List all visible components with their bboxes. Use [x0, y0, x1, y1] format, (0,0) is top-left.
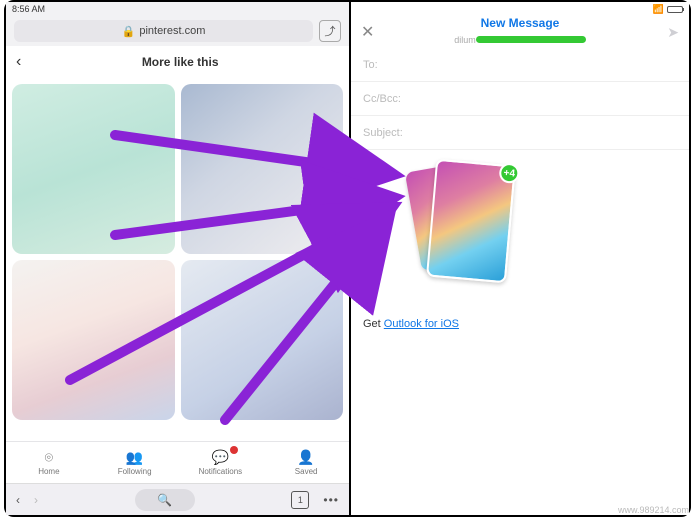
share-button[interactable]: ⤴ [319, 20, 341, 42]
browser-forward-button[interactable]: › [34, 493, 38, 507]
subject-label: Subject: [363, 127, 403, 139]
following-icon: 👥 [126, 449, 143, 466]
status-bar-right: 📶 [351, 2, 689, 16]
mail-title: New Message [351, 16, 689, 30]
attachment-count-badge: +4 [498, 162, 520, 184]
safari-pane: 8:56 AM 🔒 pinterest.com ⤴ ‹ More like th… [6, 2, 351, 515]
redaction-bar [476, 36, 586, 43]
tab-notifications[interactable]: 💬 Notifications [178, 442, 264, 483]
search-icon: 🔍 [157, 493, 172, 507]
tab-label: Following [118, 467, 152, 476]
grid-tile[interactable] [181, 84, 344, 254]
attachment-image: +4 [426, 159, 516, 284]
tab-home[interactable]: ⌾ Home [6, 442, 92, 483]
tab-saved[interactable]: 👤 Saved [263, 442, 349, 483]
from-prefix: dilum [454, 35, 476, 45]
browser-back-button[interactable]: ‹ [16, 493, 20, 507]
more-button[interactable]: ••• [323, 493, 339, 507]
battery-icon [667, 6, 683, 13]
to-label: To: [363, 59, 378, 71]
tab-count: 1 [298, 495, 303, 505]
mail-header: ✕ New Message dilum ➤ [351, 16, 689, 48]
tab-label: Notifications [199, 467, 243, 476]
app-tab-bar: ⌾ Home 👥 Following 💬 Notifications 👤 [6, 441, 349, 483]
ccbcc-label: Cc/Bcc: [363, 93, 401, 105]
split-view: 8:56 AM 🔒 pinterest.com ⤴ ‹ More like th… [6, 2, 689, 515]
browser-search-button[interactable]: 🔍 [135, 489, 195, 511]
mail-pane: 📶 ✕ New Message dilum ➤ To: [351, 2, 689, 515]
saved-icon: 👤 [297, 449, 314, 466]
pinterest-icon: ⌾ [45, 449, 53, 466]
notification-badge-icon [230, 446, 238, 454]
attachment-stack[interactable]: +4 [405, 150, 525, 290]
browser-toolbar: 🔒 pinterest.com ⤴ [6, 16, 349, 46]
ccbcc-field[interactable]: Cc/Bcc: [351, 82, 689, 116]
ipad-frame: 8:56 AM 🔒 pinterest.com ⤴ ‹ More like th… [4, 0, 691, 517]
lock-icon: 🔒 [122, 25, 136, 38]
tab-following[interactable]: 👥 Following [92, 442, 178, 483]
grid-tile[interactable] [12, 84, 175, 254]
to-field[interactable]: To: [351, 48, 689, 82]
grid-tile[interactable] [12, 260, 175, 420]
from-line: dilum [351, 30, 689, 48]
status-time: 8:56 AM [12, 4, 45, 14]
subject-field[interactable]: Subject: [351, 116, 689, 150]
image-grid [6, 78, 349, 441]
send-icon: ➤ [667, 24, 679, 40]
stage: 8:56 AM 🔒 pinterest.com ⤴ ‹ More like th… [0, 0, 695, 521]
grid-tile[interactable] [181, 260, 344, 420]
url-bar[interactable]: 🔒 pinterest.com [14, 20, 313, 42]
tabs-button[interactable]: 1 [291, 491, 309, 509]
watermark: www.989214.com [618, 505, 689, 515]
send-button[interactable]: ➤ [667, 24, 679, 41]
tab-label: Saved [295, 467, 318, 476]
url-host: pinterest.com [139, 25, 205, 37]
page-title: More like this [21, 55, 339, 69]
signature-link[interactable]: Outlook for iOS [384, 318, 459, 330]
page-header: ‹ More like this [6, 46, 349, 78]
mail-body[interactable]: | +4 Get Outlook for iOS [351, 150, 689, 515]
status-bar-left: 8:56 AM [6, 2, 349, 16]
safari-bottom-toolbar: ‹ › 🔍 1 ••• [6, 483, 349, 515]
mail-title-area: New Message dilum [351, 16, 689, 48]
share-icon: ⤴ [325, 23, 336, 39]
wifi-icon: 📶 [653, 4, 664, 15]
signature-prefix: Get [363, 318, 384, 330]
signature: Get Outlook for iOS [363, 318, 677, 330]
notifications-icon: 💬 [212, 449, 229, 466]
text-cursor: | [363, 160, 367, 176]
tab-label: Home [38, 467, 59, 476]
